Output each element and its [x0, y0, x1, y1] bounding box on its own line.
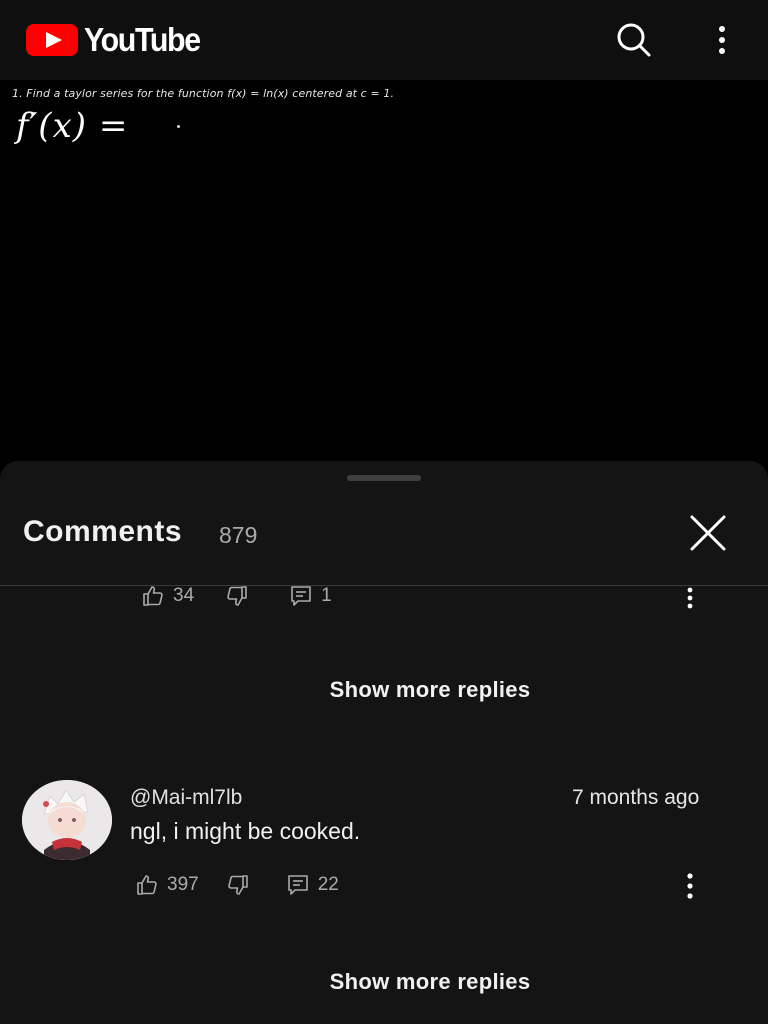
avatar[interactable] [22, 780, 112, 860]
more-vert-icon [687, 873, 693, 899]
like-button[interactable] [140, 583, 166, 609]
thumbs-up-icon [143, 586, 163, 606]
dislike-button[interactable] [224, 583, 250, 609]
more-options-button[interactable] [702, 20, 742, 60]
reply-button[interactable] [285, 872, 311, 898]
show-more-replies-button[interactable]: Show more replies [0, 969, 768, 995]
comments-title: Comments [23, 515, 183, 548]
comments-count: 879 [219, 522, 258, 548]
comment-more-button[interactable] [680, 581, 700, 615]
close-icon [690, 515, 726, 551]
youtube-play-icon [26, 24, 78, 56]
reply-count: 1 [321, 585, 332, 606]
dislike-button[interactable] [225, 872, 251, 898]
comment-text: ngl, i might be cooked. [130, 818, 361, 844]
avatar-image [22, 780, 112, 860]
top-app-bar: YouTube [0, 0, 768, 80]
like-count: 397 [167, 874, 199, 895]
more-vert-icon [687, 587, 693, 609]
show-more-replies-button[interactable]: Show more replies [0, 677, 768, 703]
close-comments-button[interactable] [684, 509, 732, 557]
thumbs-down-icon [227, 586, 247, 606]
sheet-divider [0, 585, 768, 586]
reply-count: 22 [317, 874, 339, 895]
thumbs-down-icon [227, 875, 248, 895]
sheet-drag-handle[interactable] [347, 475, 421, 481]
comments-sheet: Comments 879 34 1 Show more replies @Mai… [0, 461, 768, 1024]
comment-more-button[interactable] [680, 869, 700, 903]
more-vert-icon [719, 26, 725, 54]
comment-timestamp: 7 months ago [572, 786, 700, 809]
search-icon [617, 23, 651, 57]
video-handwriting: f′(x) = [16, 106, 129, 146]
comment-actions: 397 22 [134, 872, 339, 898]
reply-icon [291, 586, 311, 606]
video-cursor-dot [177, 125, 180, 128]
partial-comment-actions: 34 1 [140, 583, 332, 609]
search-button[interactable] [614, 20, 654, 60]
youtube-logo[interactable]: YouTube [26, 21, 210, 58]
video-player[interactable]: 1. Find a taylor series for the function… [0, 80, 768, 480]
like-count: 34 [173, 585, 195, 606]
reply-icon [287, 875, 308, 895]
comment-author[interactable]: @Mai-ml7lb [130, 786, 242, 810]
thumbs-up-icon [137, 875, 157, 895]
video-problem-text: 1. Find a taylor series for the function… [12, 87, 395, 100]
youtube-wordmark: YouTube [84, 21, 201, 58]
reply-button[interactable] [288, 583, 314, 609]
like-button[interactable] [134, 872, 160, 898]
